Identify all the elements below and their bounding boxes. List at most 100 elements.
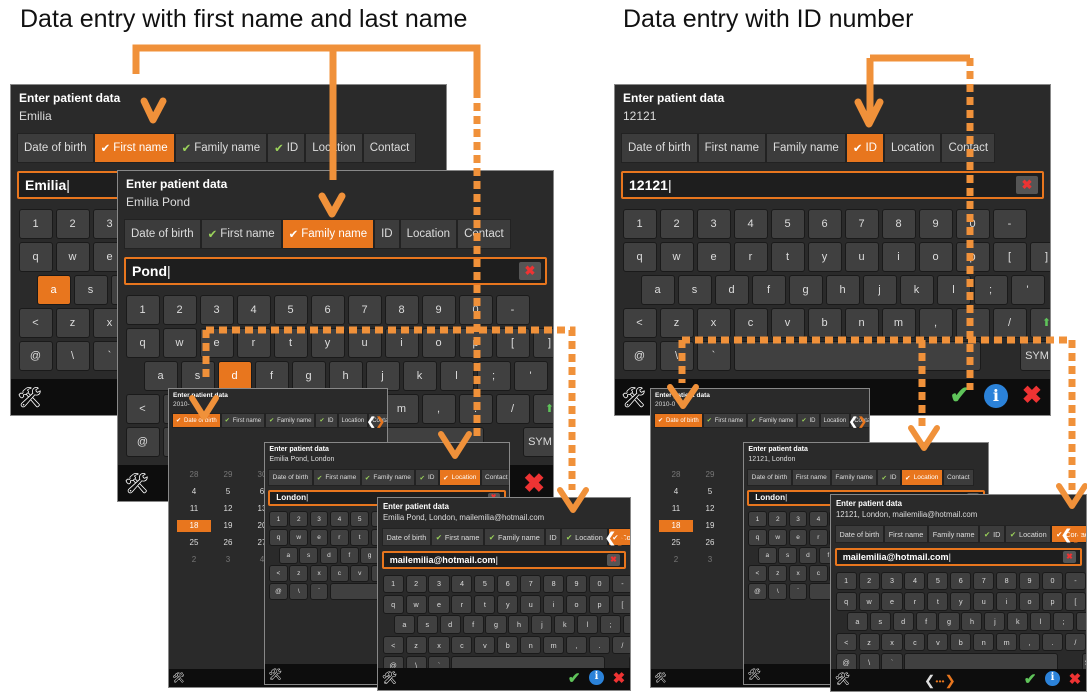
key-1[interactable]: s: [299, 547, 318, 564]
key-0[interactable]: q: [835, 591, 857, 611]
key-1[interactable]: 2: [659, 208, 694, 239]
tab-location[interactable]: ✔ Location: [1005, 524, 1052, 544]
key-3[interactable]: c: [451, 635, 473, 655]
key-0[interactable]: 1: [18, 208, 53, 239]
key-5[interactable]: h: [508, 615, 530, 635]
key-0[interactable]: q: [269, 529, 288, 546]
key-2[interactable]: x: [788, 565, 808, 582]
key-2[interactable]: x: [309, 565, 329, 582]
key-1[interactable]: w: [405, 594, 427, 614]
tab-first[interactable]: ✔ First name: [431, 527, 485, 547]
key-5[interactable]: b: [950, 632, 972, 652]
tab-dob[interactable]: ✔ Date of birth: [654, 413, 703, 428]
confirm-check-icon[interactable]: ✔: [1024, 670, 1036, 688]
key-backtick[interactable]: `: [696, 340, 731, 371]
key-9[interactable]: ;: [973, 274, 1008, 305]
tab-id[interactable]: ✔ ID: [845, 133, 884, 163]
key-10[interactable]: ': [1010, 274, 1045, 305]
tab-scroll-arrows[interactable]: ❮❯: [367, 415, 385, 428]
info-icon[interactable]: i: [983, 383, 1008, 408]
key-0[interactable]: a: [758, 547, 777, 564]
key-2[interactable]: d: [892, 612, 914, 632]
cancel-x-icon[interactable]: ✖: [523, 468, 545, 499]
chevron-right-icon[interactable]: ❯: [616, 530, 627, 545]
key-5[interactable]: y: [497, 594, 519, 614]
calendar-day[interactable]: 18: [659, 520, 693, 532]
tab-scroll-arrows[interactable]: ❮❯: [605, 530, 628, 546]
key-4[interactable]: v: [927, 632, 949, 652]
key-1[interactable]: z: [405, 635, 427, 655]
key-6[interactable]: 7: [520, 574, 542, 594]
key-3[interactable]: c: [733, 307, 768, 338]
tab-first[interactable]: First name: [697, 133, 766, 163]
calendar-day[interactable]: 25: [659, 537, 693, 549]
key-7[interactable]: i: [543, 594, 565, 614]
cancel-x-icon[interactable]: ✖: [1069, 670, 1081, 688]
tab-first[interactable]: ✔ First name: [93, 133, 175, 163]
key-8[interactable]: o: [918, 241, 953, 272]
key-1[interactable]: 2: [162, 294, 197, 325]
key-10[interactable]: [: [1064, 591, 1086, 611]
key-1[interactable]: w: [858, 591, 880, 611]
key-6[interactable]: n: [844, 307, 879, 338]
spacebar[interactable]: [733, 340, 981, 371]
key-3[interactable]: r: [236, 327, 271, 358]
key-3[interactable]: f: [339, 547, 359, 564]
key-0[interactable]: q: [125, 327, 160, 358]
calendar-day[interactable]: 5: [211, 486, 245, 498]
key-6[interactable]: u: [973, 591, 995, 611]
delete-icon[interactable]: ✖: [1062, 551, 1077, 563]
key-4[interactable]: v: [770, 307, 805, 338]
key-1[interactable]: 2: [55, 208, 90, 239]
key-8[interactable]: 9: [918, 208, 953, 239]
tab-dob[interactable]: Date of birth: [124, 219, 201, 249]
key-2[interactable]: 3: [881, 571, 903, 591]
tab-id[interactable]: ID: [374, 219, 400, 249]
key-4[interactable]: 5: [927, 571, 949, 591]
tab-id[interactable]: ✔ ID: [415, 469, 439, 486]
key-4[interactable]: t: [927, 591, 949, 611]
key-7[interactable]: m: [384, 393, 419, 424]
tab-first[interactable]: ✔ First name: [702, 413, 748, 428]
key-8[interactable]: 9: [421, 294, 456, 325]
key-9[interactable]: p: [1041, 591, 1064, 611]
wrench-settings-icon[interactable]: 🛠: [172, 673, 185, 684]
key-9[interactable]: p: [955, 241, 990, 272]
key-8[interactable]: o: [566, 594, 588, 614]
key-6[interactable]: j: [862, 274, 897, 305]
key-2[interactable]: 3: [309, 510, 329, 528]
key-1[interactable]: z: [659, 307, 694, 338]
key-5[interactable]: h: [961, 612, 983, 632]
key-1[interactable]: w: [768, 529, 788, 546]
wrench-settings-icon[interactable]: 🛠: [124, 471, 149, 496]
key-at[interactable]: @: [622, 340, 657, 371]
key-at[interactable]: @: [748, 583, 767, 600]
key-9[interactable]: .: [458, 393, 493, 424]
key-10[interactable]: /: [611, 635, 630, 655]
tab-family[interactable]: ✔ Family name: [747, 413, 798, 428]
calendar-day[interactable]: 29: [211, 469, 245, 481]
key-backslash[interactable]: \: [55, 340, 90, 371]
nav-right-icon[interactable]: ❯: [945, 673, 956, 689]
key-3[interactable]: c: [809, 565, 828, 582]
key-0[interactable]: a: [279, 547, 298, 564]
key-7[interactable]: i: [996, 591, 1018, 611]
key-7[interactable]: 8: [543, 574, 565, 594]
key-3[interactable]: c: [330, 565, 349, 582]
key-1[interactable]: 2: [405, 574, 427, 594]
tab-family[interactable]: ✔ Family name: [360, 469, 416, 486]
key-backtick[interactable]: `: [309, 583, 329, 600]
cancel-x-icon[interactable]: ✖: [1022, 381, 1042, 410]
key-1[interactable]: 2: [289, 510, 309, 528]
key-3[interactable]: f: [254, 360, 289, 391]
calendar-day[interactable]: 28: [659, 469, 693, 481]
key-6[interactable]: j: [984, 612, 1006, 632]
tab-dob[interactable]: Date of birth: [17, 133, 94, 163]
key-6[interactable]: j: [531, 615, 553, 635]
key-6[interactable]: j: [365, 360, 400, 391]
key-2[interactable]: e: [696, 241, 731, 272]
key-6[interactable]: 7: [844, 208, 879, 239]
key-at[interactable]: @: [269, 583, 288, 600]
key-4[interactable]: t: [273, 327, 308, 358]
calendar-day[interactable]: 3: [211, 554, 245, 566]
